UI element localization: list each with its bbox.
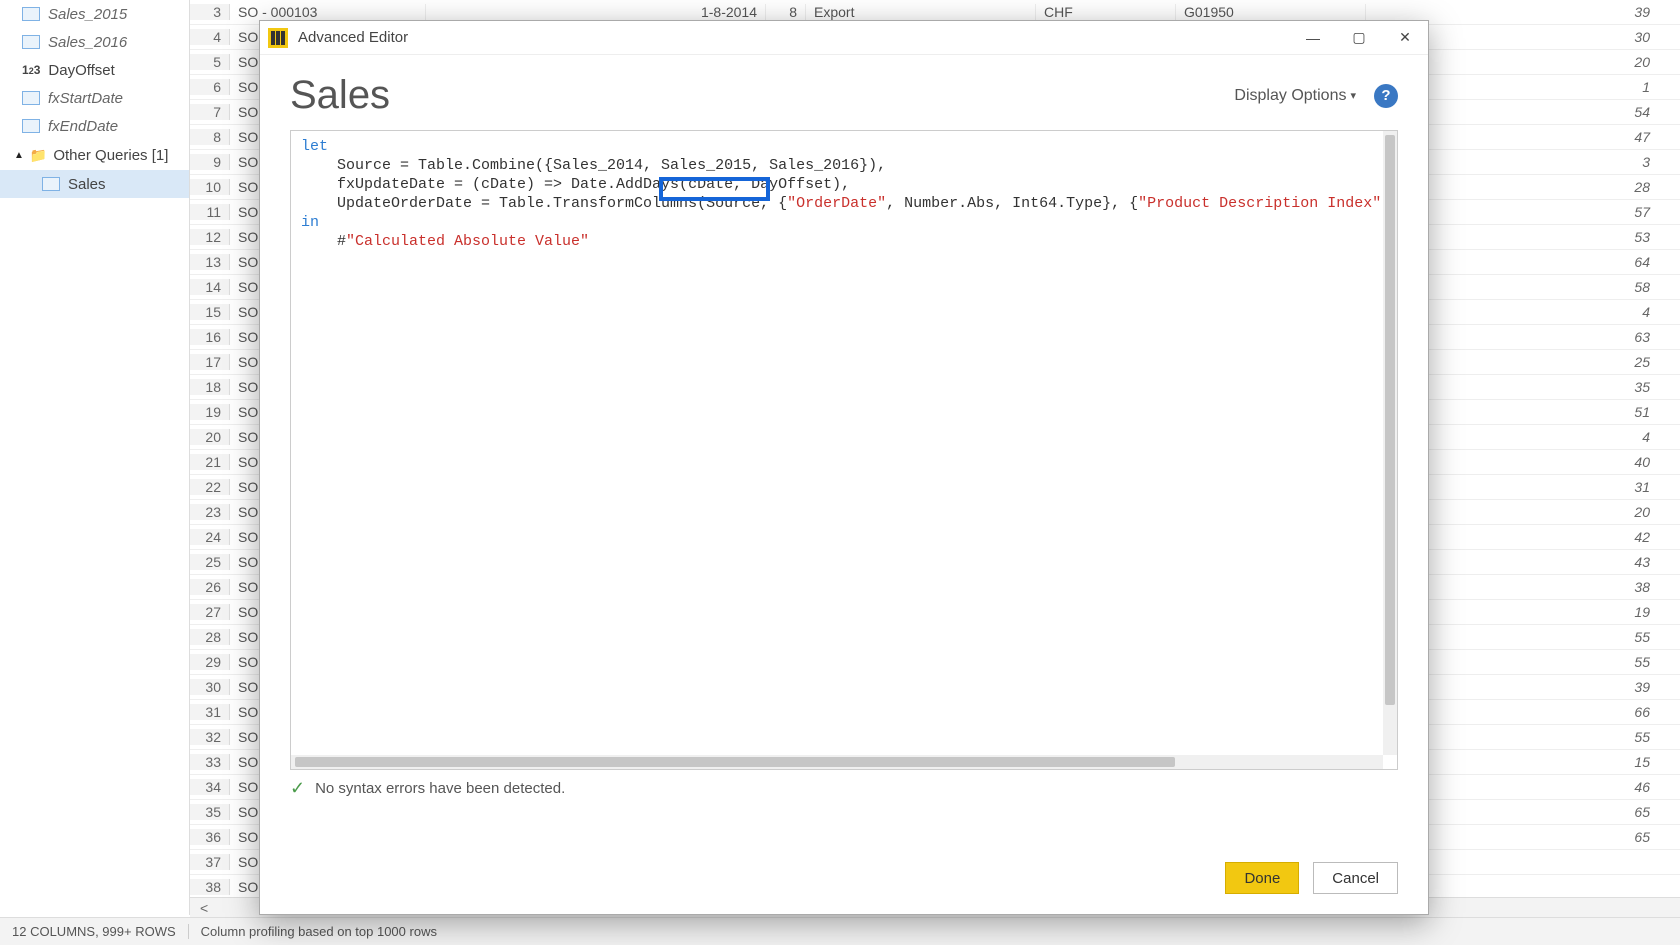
table-icon (42, 177, 60, 191)
table-icon (22, 91, 40, 105)
display-options-dropdown[interactable]: Display Options ▾ (1234, 87, 1356, 105)
dialog-title: Advanced Editor (298, 29, 408, 46)
check-icon: ✓ (290, 778, 305, 799)
table-icon (22, 7, 40, 21)
table-icon (22, 119, 40, 133)
help-button[interactable]: ? (1374, 84, 1398, 108)
status-bar: 12 COLUMNS, 999+ ROWS Column profiling b… (0, 917, 1680, 945)
query-item[interactable]: fxEndDate (48, 118, 118, 135)
number-icon: 123 (22, 63, 40, 77)
status-profiling: Column profiling based on top 1000 rows (189, 924, 449, 939)
advanced-editor-dialog: Advanced Editor — ▢ ✕ Sales Display Opti… (259, 20, 1429, 915)
cancel-button[interactable]: Cancel (1313, 862, 1398, 894)
query-item[interactable]: Sales_2016 (48, 34, 127, 51)
query-item-selected[interactable]: Sales (68, 176, 106, 193)
editor-hscroll[interactable] (291, 755, 1383, 769)
folder-icon: 📁 (30, 147, 47, 164)
powerbi-icon (268, 28, 288, 48)
syntax-status: No syntax errors have been detected. (315, 780, 565, 797)
dialog-titlebar[interactable]: Advanced Editor — ▢ ✕ (260, 21, 1428, 55)
maximize-button[interactable]: ▢ (1336, 21, 1382, 55)
query-group[interactable]: ▲📁Other Queries [1] (0, 140, 189, 170)
code-editor[interactable]: let Source = Table.Combine({Sales_2014, … (290, 130, 1398, 770)
done-button[interactable]: Done (1225, 862, 1299, 894)
queries-pane: Sales_2015 Sales_2016 123 DayOffset fxSta… (0, 0, 190, 915)
status-columns-rows: 12 COLUMNS, 999+ ROWS (0, 924, 189, 939)
minimize-button[interactable]: — (1290, 21, 1336, 55)
collapse-icon: ▲ (14, 150, 24, 161)
query-item[interactable]: Sales_2015 (48, 6, 127, 23)
query-item[interactable]: DayOffset (48, 62, 114, 79)
scroll-left-icon[interactable]: < (200, 900, 208, 916)
table-icon (22, 35, 40, 49)
editor-vscroll[interactable] (1383, 131, 1397, 755)
query-item[interactable]: fxStartDate (48, 90, 123, 107)
query-name-heading: Sales (290, 73, 390, 118)
close-button[interactable]: ✕ (1382, 21, 1428, 55)
chevron-down-icon: ▾ (1350, 89, 1356, 102)
